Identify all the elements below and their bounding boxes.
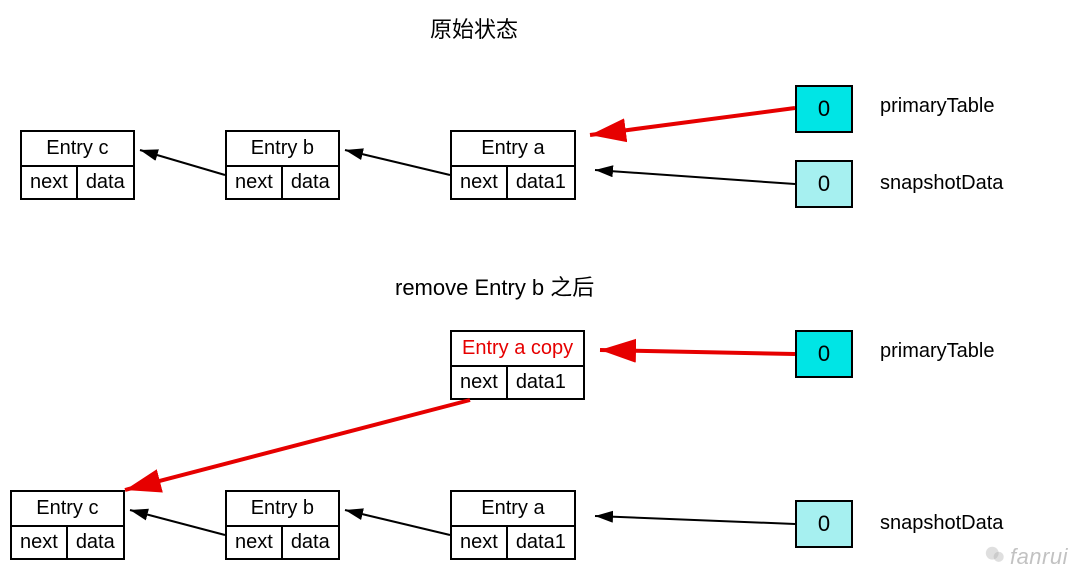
entry-b-2-data: data xyxy=(281,527,338,558)
entry-c-1-name: Entry c xyxy=(22,132,133,165)
watermark-text: fanrui xyxy=(1010,544,1068,569)
snapshot-label-1: snapshotData xyxy=(880,172,1003,195)
entry-b-1-name: Entry b xyxy=(227,132,338,165)
entry-acopy-2: Entry a copy next data1 xyxy=(450,330,585,400)
primary-bucket-1: 0 xyxy=(795,85,853,133)
entry-a-1-name: Entry a xyxy=(452,132,574,165)
arrow-b-to-c-1 xyxy=(140,150,225,175)
primary-bucket-2: 0 xyxy=(795,330,853,378)
entry-b-2-next: next xyxy=(227,527,281,558)
entry-b-1-data: data xyxy=(281,167,338,198)
entry-c-2-name: Entry c xyxy=(12,492,123,525)
watermark: fanrui xyxy=(984,544,1068,572)
entry-c-2-next: next xyxy=(12,527,66,558)
arrow-snapshot-to-a-2 xyxy=(595,516,795,524)
primary-label-2: primaryTable xyxy=(880,340,994,363)
snapshot-bucket-2: 0 xyxy=(795,500,853,548)
entry-a-1-next: next xyxy=(452,167,506,198)
entry-c-1: Entry c next data xyxy=(20,130,135,200)
entry-a-2-data: data1 xyxy=(506,527,574,558)
arrow-primary-to-a-1 xyxy=(590,108,795,135)
entry-b-2-name: Entry b xyxy=(227,492,338,525)
section2-title: remove Entry b 之后 xyxy=(395,270,594,302)
wechat-icon xyxy=(984,544,1006,572)
entry-c-2: Entry c next data xyxy=(10,490,125,560)
snapshot-bucket-1: 0 xyxy=(795,160,853,208)
snapshot-label-2: snapshotData xyxy=(880,512,1003,535)
entry-a-1: Entry a next data1 xyxy=(450,130,576,200)
entry-acopy-2-next: next xyxy=(452,367,506,398)
arrow-snapshot-to-a-1 xyxy=(595,170,795,184)
entry-b-1-next: next xyxy=(227,167,281,198)
arrow-primary-to-acopy-2 xyxy=(600,350,795,354)
arrow-acopy-to-c-2 xyxy=(125,400,470,490)
entry-a-1-data: data1 xyxy=(506,167,574,198)
entry-c-1-data: data xyxy=(76,167,133,198)
arrow-a-to-b-1 xyxy=(345,150,450,175)
arrow-a-to-b-2 xyxy=(345,510,450,535)
arrow-b-to-c-2 xyxy=(130,510,225,535)
entry-a-2-name: Entry a xyxy=(452,492,574,525)
primary-label-1: primaryTable xyxy=(880,95,994,118)
section1-title: 原始状态 xyxy=(430,12,518,44)
entry-a-2-next: next xyxy=(452,527,506,558)
entry-b-2: Entry b next data xyxy=(225,490,340,560)
entry-acopy-2-data: data1 xyxy=(506,367,574,398)
entry-c-2-data: data xyxy=(66,527,123,558)
entry-acopy-2-name: Entry a copy xyxy=(452,332,583,365)
entry-a-2: Entry a next data1 xyxy=(450,490,576,560)
entry-b-1: Entry b next data xyxy=(225,130,340,200)
entry-c-1-next: next xyxy=(22,167,76,198)
